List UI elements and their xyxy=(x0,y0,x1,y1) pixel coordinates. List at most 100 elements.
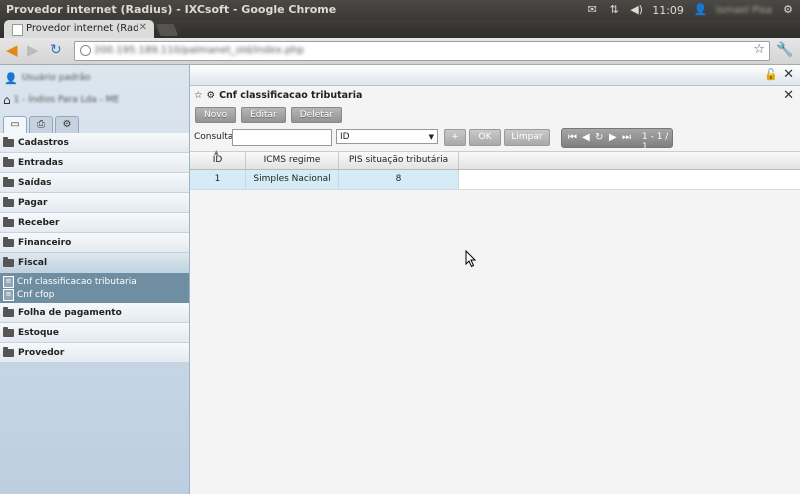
window-title: Cnf classificacao tributaria xyxy=(219,90,363,101)
folder-icon xyxy=(3,216,14,227)
pagination: ⏮ ◀ ↻ ▶ ⏭ 1 - 1 / 1 xyxy=(561,128,673,152)
close-window-icon[interactable]: ✕ xyxy=(783,88,794,103)
action-buttons: Novo Editar Deletar xyxy=(195,107,342,123)
cell-icms-regime: Simples Nacional xyxy=(246,170,339,189)
mouse-cursor-icon xyxy=(465,250,477,268)
search-bar: Consultar ID ▼ + OK Limpar ⏮ ◀ ↻ ▶ ⏭ 1 -… xyxy=(194,128,798,152)
novo-button[interactable]: Novo xyxy=(195,107,237,123)
close-icon[interactable]: ✕ xyxy=(783,67,794,82)
menu-financeiro[interactable]: Financeiro xyxy=(0,233,189,253)
sidebar-tabs: ▭ ⎙ ⚙ xyxy=(0,113,189,134)
folder-open-icon xyxy=(3,256,14,267)
gear-icon[interactable]: ⚙ xyxy=(782,4,794,16)
column-header-icms-regime[interactable]: ICMS regime xyxy=(246,152,339,169)
address-bar[interactable]: 200.195.189.110/palmanet_old/index.php ☆ xyxy=(74,41,770,61)
data-grid: ID ICMS regime PIS situação tributária ▲… xyxy=(190,149,800,190)
menu-saidas[interactable]: Saídas xyxy=(0,173,189,193)
company-selector[interactable]: ⌂ 1 - Índios Para Lda - ME xyxy=(3,93,119,107)
main-top-bar: 🔓 ✕ xyxy=(190,65,800,86)
grid-header: ID ICMS regime PIS situação tributária ▲ xyxy=(190,149,800,170)
window-icon[interactable]: ▭ xyxy=(3,116,27,133)
menu-cnf-classificacao-tributaria[interactable]: ≡ Cnf classificacao tributaria xyxy=(0,275,189,288)
refresh-icon[interactable]: ↻ xyxy=(595,131,603,144)
browser-tab-strip: Provedor internet (Radius ✕ xyxy=(0,20,800,38)
form-icon: ≡ xyxy=(3,288,14,301)
star-icon[interactable]: ☆ xyxy=(753,42,765,57)
first-page-icon[interactable]: ⏮ xyxy=(568,131,577,144)
wrench-icon[interactable]: 🔧 xyxy=(776,42,793,58)
folder-icon xyxy=(3,236,14,247)
prev-page-icon[interactable]: ◀ xyxy=(582,131,590,144)
form-icon: ≡ xyxy=(3,275,14,288)
fiscal-submenu: ≡ Cnf classificacao tributaria ≡ Cnf cfop xyxy=(0,273,189,303)
volume-icon[interactable]: ◀) xyxy=(630,4,643,16)
reload-icon[interactable]: ↻ xyxy=(50,42,62,58)
globe-icon xyxy=(80,45,91,56)
url-text[interactable]: 200.195.189.110/palmanet_old/index.php xyxy=(94,45,304,56)
system-tray: ✉ ⇅ ◀) 11:09 👤 Ismael Pisa ⚙ xyxy=(586,0,800,20)
home-icon: ⌂ xyxy=(3,93,11,107)
folder-icon xyxy=(3,346,14,357)
settings-icon[interactable]: ⚙ xyxy=(207,90,216,101)
browser-tab[interactable]: Provedor internet (Radius ✕ xyxy=(4,20,154,38)
menu-fiscal[interactable]: Fiscal xyxy=(0,253,189,273)
back-arrow-icon[interactable]: ◀ xyxy=(6,42,18,58)
menu-receber[interactable]: Receber xyxy=(0,213,189,233)
page-count: 1 - 1 / 1 xyxy=(642,132,669,152)
main-menu: Cadastros Entradas Saídas Pagar Receber … xyxy=(0,133,189,363)
ok-button[interactable]: OK xyxy=(469,129,501,146)
folder-icon xyxy=(3,136,14,147)
user-name: Usuário padrão xyxy=(21,73,91,83)
search-input[interactable] xyxy=(232,129,332,146)
editar-button[interactable]: Editar xyxy=(241,107,286,123)
chevron-down-icon: ▼ xyxy=(428,133,434,141)
last-page-icon[interactable]: ⏭ xyxy=(622,131,631,144)
folder-icon xyxy=(3,176,14,187)
menu-pagar[interactable]: Pagar xyxy=(0,193,189,213)
folder-icon xyxy=(3,306,14,317)
new-tab-button[interactable] xyxy=(155,24,179,36)
window-title: Provedor internet (Radius) - IXCsoft - G… xyxy=(6,3,337,16)
sort-arrow-icon: ▲ xyxy=(214,149,219,156)
mail-icon[interactable]: ✉ xyxy=(586,4,598,16)
company-name[interactable]: 1 - Índios Para Lda - ME xyxy=(14,95,120,105)
unlock-icon[interactable]: 🔓 xyxy=(764,68,778,81)
table-row[interactable]: 1 Simples Nacional 8 xyxy=(190,170,800,190)
consultar-label: Consultar xyxy=(194,132,238,142)
limpar-button[interactable]: Limpar xyxy=(504,129,550,146)
browser-toolbar: ◀ ▶ ↻ 200.195.189.110/palmanet_old/index… xyxy=(0,38,800,65)
sidebar: 👤 Usuário padrão ⌂ 1 - Índios Para Lda -… xyxy=(0,65,190,494)
close-tab-icon[interactable]: ✕ xyxy=(139,22,147,33)
tab-title: Provedor internet (Radius xyxy=(26,23,138,34)
menu-folha-de-pagamento[interactable]: Folha de pagamento xyxy=(0,303,189,323)
column-header-pis-situacao[interactable]: PIS situação tributária xyxy=(339,152,459,169)
user-icon[interactable]: 👤 xyxy=(694,4,708,16)
folder-icon xyxy=(3,156,14,167)
network-icon[interactable]: ⇅ xyxy=(608,4,620,16)
search-field-select[interactable]: ID ▼ xyxy=(336,129,438,144)
session-user[interactable]: Ismael Pisa xyxy=(716,5,772,16)
menu-cadastros[interactable]: Cadastros xyxy=(0,133,189,153)
add-filter-button[interactable]: + xyxy=(444,129,466,146)
next-page-icon[interactable]: ▶ xyxy=(609,131,617,144)
deletar-button[interactable]: Deletar xyxy=(290,107,342,123)
os-top-panel: Provedor internet (Radius) - IXCsoft - G… xyxy=(0,0,800,20)
cell-id: 1 xyxy=(190,170,246,189)
menu-entradas[interactable]: Entradas xyxy=(0,153,189,173)
folder-icon xyxy=(3,326,14,337)
menu-provedor[interactable]: Provedor xyxy=(0,343,189,363)
current-user: 👤 Usuário padrão xyxy=(4,71,91,85)
user-icon: 👤 xyxy=(4,71,18,85)
forward-arrow-icon[interactable]: ▶ xyxy=(27,42,39,58)
clock[interactable]: 11:09 xyxy=(652,4,684,17)
cell-pis-situacao: 8 xyxy=(339,170,459,189)
gear-icon[interactable]: ⚙ xyxy=(55,116,79,133)
page-icon xyxy=(12,24,23,36)
window-header: ☆ ⚙ Cnf classificacao tributaria xyxy=(194,90,362,101)
print-icon[interactable]: ⎙ xyxy=(29,116,53,133)
star-icon[interactable]: ☆ xyxy=(194,90,203,101)
menu-estoque[interactable]: Estoque xyxy=(0,323,189,343)
main-panel: 🔓 ✕ ☆ ⚙ Cnf classificacao tributaria ✕ N… xyxy=(190,65,800,494)
folder-icon xyxy=(3,196,14,207)
menu-cnf-cfop[interactable]: ≡ Cnf cfop xyxy=(0,288,189,301)
